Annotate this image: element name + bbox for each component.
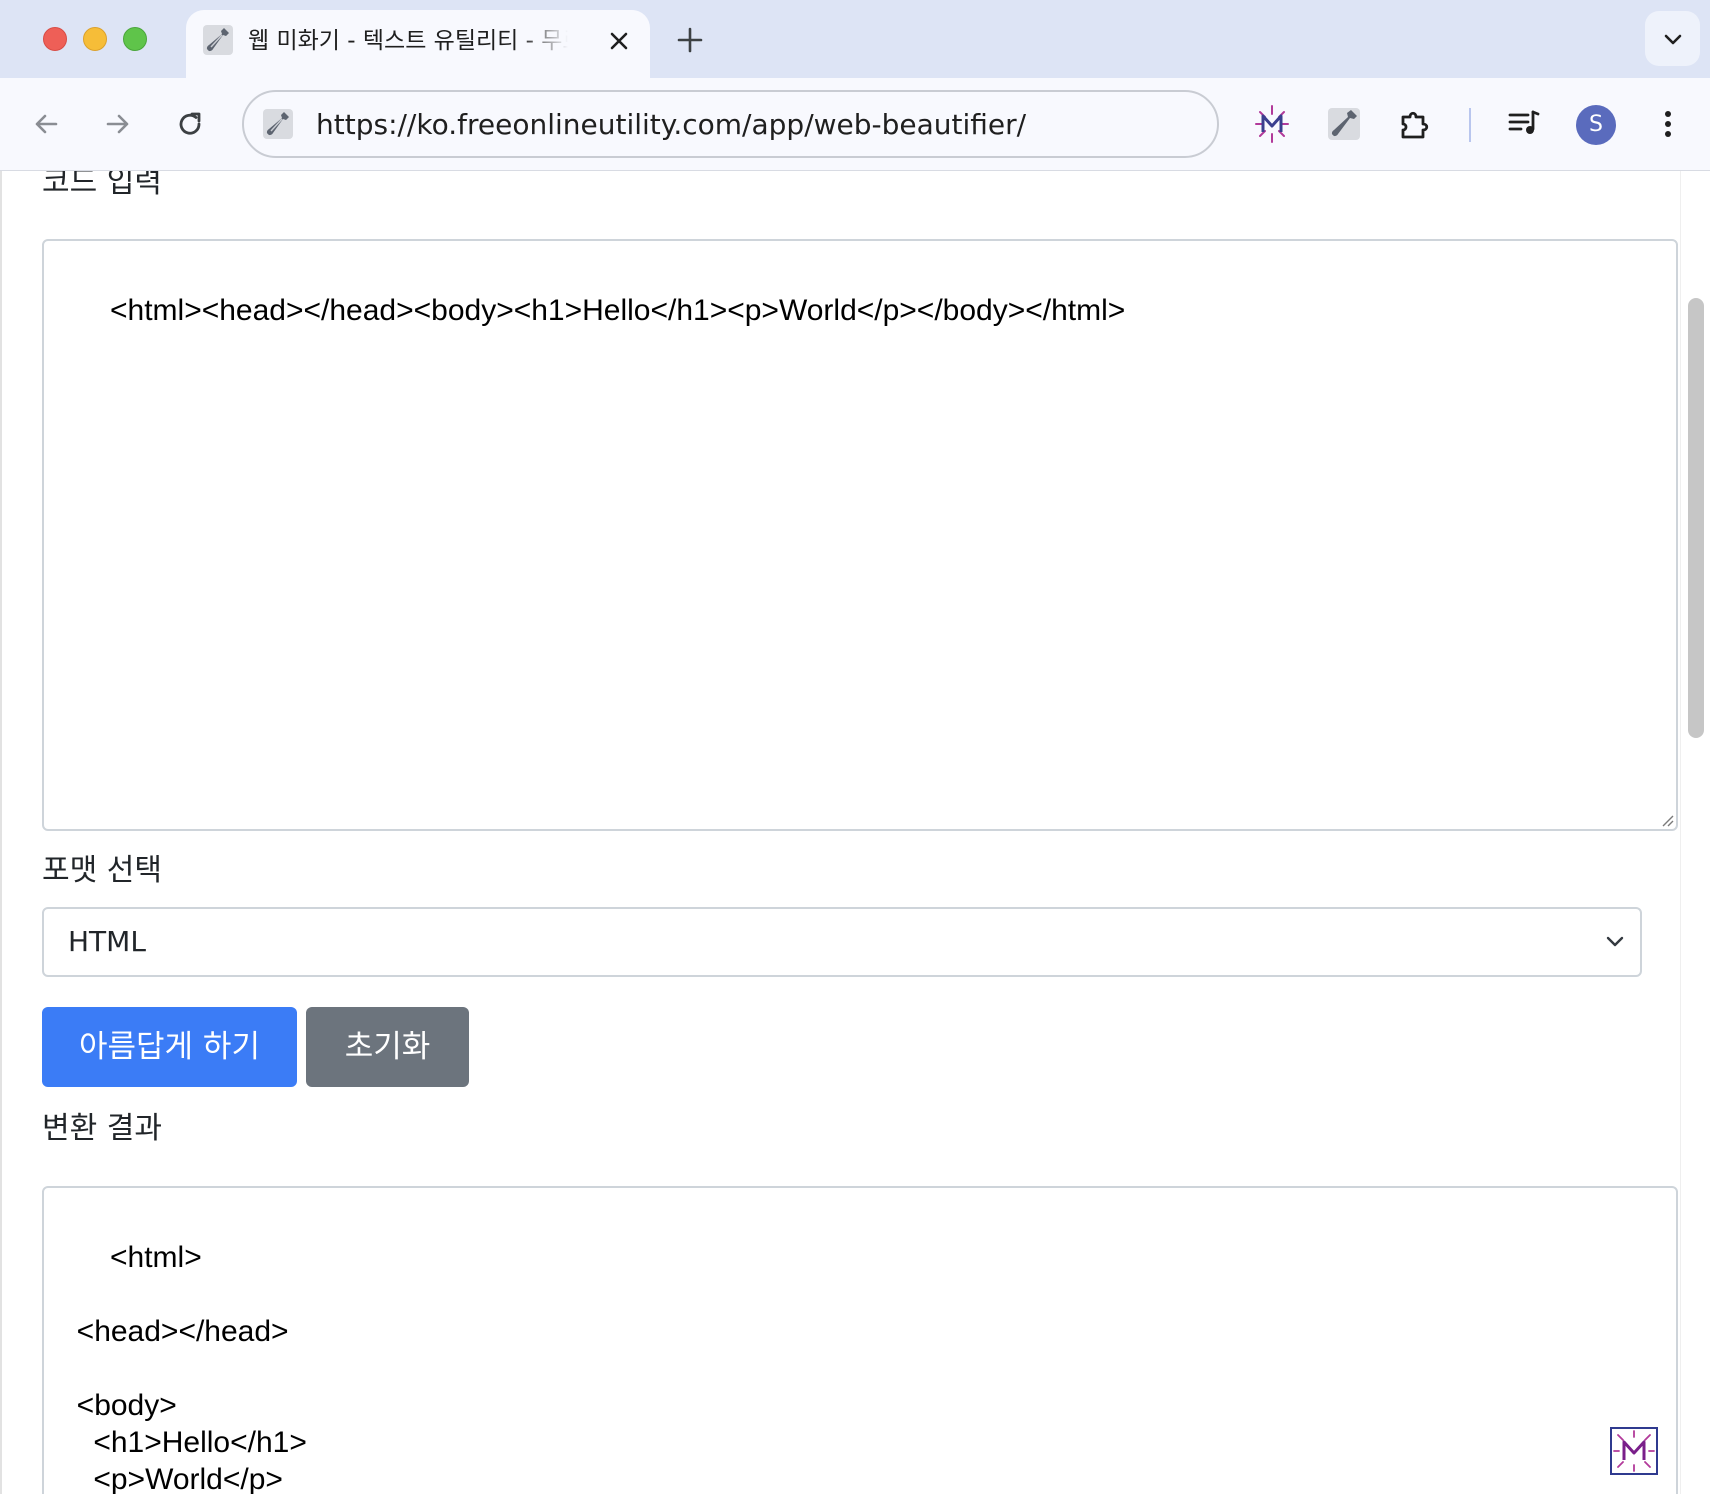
arrow-left-icon: [35, 114, 58, 134]
code-input-text: <html><head></head><body><h1>Hello</h1><…: [110, 294, 1126, 327]
new-tab-plus-icon[interactable]: [672, 22, 708, 58]
address-bar[interactable]: https://ko.freeonlineutility.com/app/web…: [242, 90, 1219, 158]
tab-title: 웹 미화기 - 텍스트 유틸리티 - 무료 온라인 유틸리티: [248, 28, 568, 54]
page-edge: [0, 171, 2, 1494]
beautify-button[interactable]: 아름답게 하기: [42, 1007, 297, 1087]
url-text: https://ko.freeonlineutility.com/app/web…: [316, 108, 1027, 141]
chevron-down-icon: [1606, 936, 1624, 947]
resize-grip-icon[interactable]: [1660, 813, 1674, 827]
format-select-value: HTML: [68, 925, 146, 958]
wrench-icon: [203, 25, 233, 55]
tab-strip: 웹 미화기 - 텍스트 유틸리티 - 무료 온라인 유틸리티: [0, 0, 1710, 78]
m-extension-widget-icon[interactable]: [1610, 1427, 1658, 1475]
toolbar-separator: [1469, 108, 1471, 142]
profile-avatar[interactable]: S: [1576, 105, 1616, 145]
input-label: 코드 입력: [42, 171, 162, 200]
code-output-text: <html> <head></head> <body> <h1>Hello</h…: [76, 1241, 307, 1494]
maximize-window-button[interactable]: [123, 27, 147, 51]
reload-button[interactable]: [168, 102, 212, 146]
tab-active[interactable]: 웹 미화기 - 텍스트 유틸리티 - 무료 온라인 유틸리티: [186, 10, 650, 78]
wrench-icon: [263, 109, 293, 139]
scrollbar-thumb[interactable]: [1688, 298, 1704, 738]
arrow-right-icon: [106, 114, 129, 134]
close-window-button[interactable]: [43, 27, 67, 51]
reload-icon: [179, 112, 201, 135]
code-input-textarea[interactable]: <html><head></head><body><h1>Hello</h1><…: [42, 239, 1678, 831]
close-icon[interactable]: [604, 26, 634, 56]
more-vertical-icon[interactable]: [1644, 100, 1692, 148]
reset-button[interactable]: 초기화: [306, 1007, 469, 1087]
extension-m-sparkle-icon[interactable]: [1248, 100, 1296, 148]
code-output-textarea[interactable]: <html> <head></head> <body> <h1>Hello</h…: [42, 1186, 1678, 1494]
format-select[interactable]: HTML: [42, 907, 1642, 977]
browser-toolbar: https://ko.freeonlineutility.com/app/web…: [0, 78, 1710, 171]
forward-button[interactable]: [96, 102, 140, 146]
format-label: 포맷 선택: [42, 853, 162, 888]
browser-window: 웹 미화기 - 텍스트 유틸리티 - 무료 온라인 유틸리티: [0, 0, 1710, 1494]
chevron-down-icon: [1664, 34, 1682, 45]
minimize-window-button[interactable]: [83, 27, 107, 51]
media-queue-icon[interactable]: [1500, 100, 1548, 148]
output-label: 변환 결과: [42, 1111, 162, 1146]
tab-search-button[interactable]: [1645, 11, 1700, 66]
page-content: 코드 입력 <html><head></head><body><h1>Hello…: [0, 171, 1710, 1494]
back-button[interactable]: [24, 102, 68, 146]
wrench-extension-icon[interactable]: [1320, 100, 1368, 148]
extensions-puzzle-icon[interactable]: [1392, 100, 1440, 148]
